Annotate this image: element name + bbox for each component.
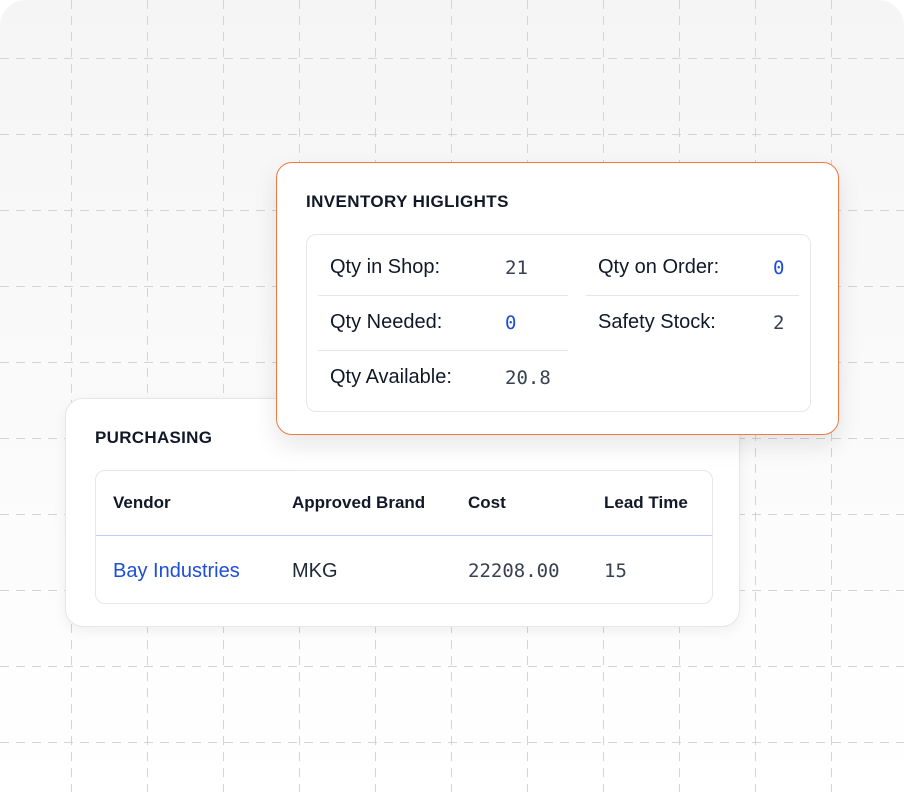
table-row[interactable]: Bay Industries MKG 22208.00 15 bbox=[96, 537, 712, 603]
approved-brand-cell: MKG bbox=[292, 559, 338, 582]
qty-needed-value[interactable]: 0 bbox=[505, 312, 516, 334]
purchasing-title: PURCHASING bbox=[95, 428, 213, 447]
table-header-row: Vendor Approved Brand Cost Lead Time bbox=[96, 471, 712, 536]
safety-stock-value: 2 bbox=[773, 312, 785, 334]
stat-divider bbox=[318, 350, 568, 351]
qty-on-order-label: Qty on Order: bbox=[598, 256, 720, 278]
cost-cell: 22208.00 bbox=[468, 560, 560, 582]
lead-time-cell: 15 bbox=[604, 560, 627, 582]
column-header-lead-time[interactable]: Lead Time bbox=[604, 471, 688, 535]
column-header-vendor[interactable]: Vendor bbox=[113, 471, 171, 535]
inventory-stats-panel: Qty in Shop: 21 Qty on Order: 0 Qty Need… bbox=[306, 234, 811, 412]
inventory-title: INVENTORY HIGLIGHTS bbox=[306, 192, 509, 211]
background-canvas: PURCHASING Vendor Approved Brand Cost Le… bbox=[0, 0, 904, 792]
stat-divider bbox=[586, 295, 799, 296]
inventory-highlights-card: INVENTORY HIGLIGHTS Qty in Shop: 21 Qty … bbox=[276, 162, 839, 435]
purchasing-table: Vendor Approved Brand Cost Lead Time Bay… bbox=[95, 470, 713, 604]
vendor-link[interactable]: Bay Industries bbox=[113, 537, 240, 603]
column-header-approved-brand[interactable]: Approved Brand bbox=[292, 471, 425, 535]
qty-needed-label: Qty Needed: bbox=[330, 311, 443, 333]
qty-available-label: Qty Available: bbox=[330, 366, 452, 388]
qty-in-shop-label: Qty in Shop: bbox=[330, 256, 441, 278]
qty-on-order-value[interactable]: 0 bbox=[773, 257, 784, 279]
column-header-cost[interactable]: Cost bbox=[468, 471, 506, 535]
safety-stock-label: Safety Stock: bbox=[598, 311, 716, 333]
qty-in-shop-value: 21 bbox=[505, 257, 528, 279]
stat-divider bbox=[318, 295, 568, 296]
qty-available-value: 20.8 bbox=[505, 367, 551, 389]
